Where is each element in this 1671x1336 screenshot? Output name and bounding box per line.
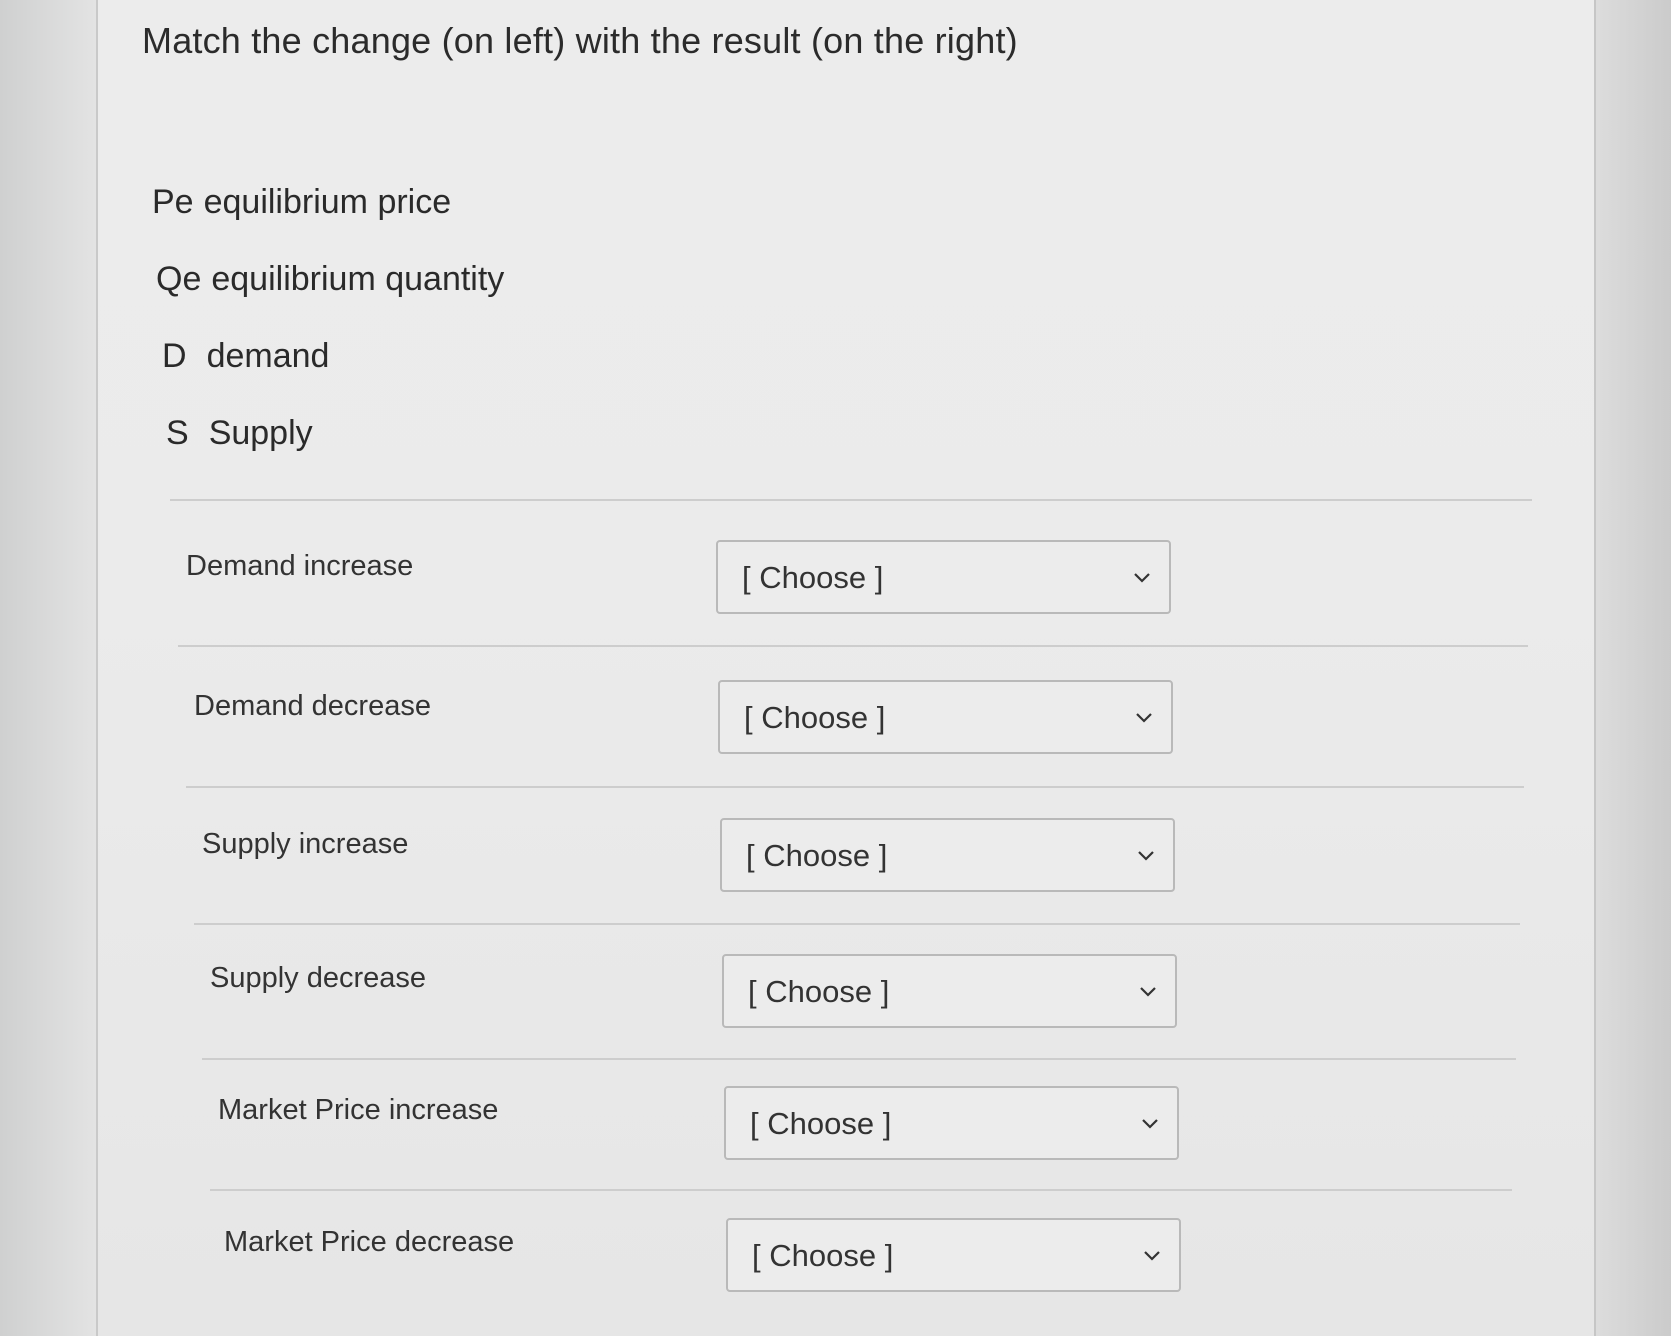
chevron-down-icon [1144,1251,1160,1261]
legend-text: Supply [208,414,313,452]
screen: Match the change (on left) with the resu… [0,0,1671,1336]
chevron-down-icon [1140,987,1156,997]
legend-item-d: Ddemand [152,334,504,411]
match-row-demand-increase: Demand increase [ Choose ] [98,540,1598,620]
answer-select[interactable]: [ Choose ] [722,954,1177,1028]
answer-select[interactable]: [ Choose ] [718,680,1173,754]
match-row-supply-increase: Supply increase [ Choose ] [98,818,1598,898]
legend-text: equilibrium quantity [211,260,505,298]
select-value: [ Choose ] [748,974,890,1009]
select-value: [ Choose ] [752,1238,894,1273]
legend-text: equilibrium price [203,183,452,221]
legend-list: Pe equilibrium price Qe equilibrium quanti… [152,180,504,488]
row-divider [178,645,1528,647]
row-divider [210,1189,1512,1191]
row-label: Market Price increase [218,1094,499,1126]
row-label: Supply decrease [210,962,427,994]
legend-item-qe: Qe equilibrium quantity [152,257,504,334]
row-label: Supply increase [202,828,409,860]
question-title: Match the change (on left) with the resu… [142,20,1018,61]
select-value: [ Choose ] [742,560,884,595]
row-label: Market Price decrease [224,1226,515,1258]
match-row-demand-decrease: Demand decrease [ Choose ] [98,680,1598,760]
answer-select[interactable]: [ Choose ] [724,1086,1179,1160]
match-row-market-price-increase: Market Price increase [ Choose ] [98,1086,1598,1166]
row-label: Demand decrease [194,690,431,722]
row-divider [170,499,1532,501]
legend-abbr: Qe [156,260,202,298]
select-value: [ Choose ] [746,838,888,873]
select-value: [ Choose ] [744,700,886,735]
answer-select[interactable]: [ Choose ] [716,540,1171,614]
select-value: [ Choose ] [750,1106,892,1141]
chevron-down-icon [1138,851,1154,861]
chevron-down-icon [1134,573,1150,583]
answer-select[interactable]: [ Choose ] [720,818,1175,892]
row-divider [194,923,1520,925]
match-row-market-price-decrease: Market Price decrease [ Choose ] [98,1218,1598,1298]
match-row-supply-decrease: Supply decrease [ Choose ] [98,954,1598,1034]
answer-select[interactable]: [ Choose ] [726,1218,1181,1292]
row-divider [202,1058,1516,1060]
chevron-down-icon [1136,713,1152,723]
row-divider [186,786,1524,788]
quiz-question-panel: Match the change (on left) with the resu… [96,0,1596,1336]
legend-item-pe: Pe equilibrium price [152,180,504,257]
row-label: Demand increase [186,550,414,582]
legend-abbr: Pe [152,183,194,221]
legend-text: demand [206,337,330,375]
legend-abbr: S [166,414,189,452]
chevron-down-icon [1142,1119,1158,1129]
legend-item-s: S Supply [152,411,504,488]
legend-abbr: D [162,337,187,375]
